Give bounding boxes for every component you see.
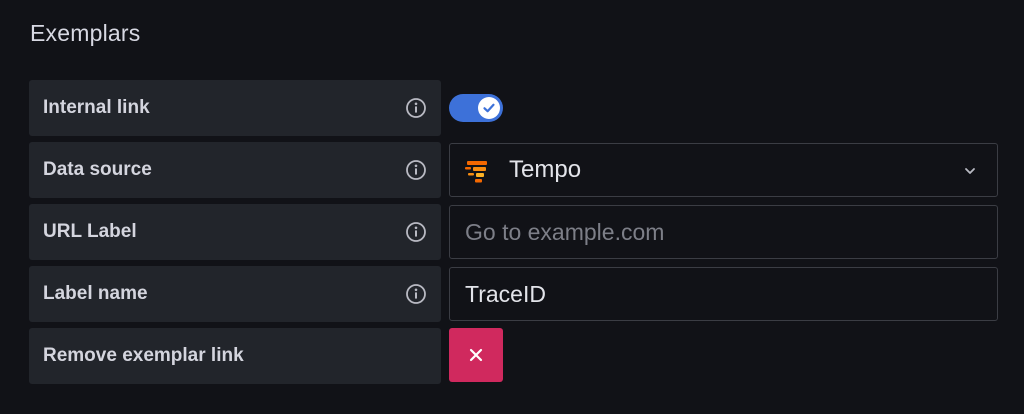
tempo-logo-icon bbox=[464, 157, 492, 185]
info-icon[interactable] bbox=[405, 221, 427, 243]
url-label-placeholder: Go to example.com bbox=[465, 219, 665, 245]
internal-link-toggle[interactable] bbox=[449, 94, 503, 122]
exemplars-panel: Exemplars Internal link Data source Temp… bbox=[0, 0, 1024, 414]
toggle-knob bbox=[478, 97, 500, 119]
url-label-label: URL Label bbox=[43, 221, 137, 242]
label-name-label-box: Label name bbox=[29, 266, 441, 322]
label-name-value: TraceID bbox=[465, 281, 546, 307]
remove-exemplar-label: Remove exemplar link bbox=[43, 345, 244, 366]
remove-label-box: Remove exemplar link bbox=[29, 328, 441, 384]
section-title: Exemplars bbox=[30, 20, 141, 46]
label-name-input[interactable]: TraceID bbox=[449, 267, 998, 321]
internal-link-label-box: Internal link bbox=[29, 80, 441, 136]
chevron-down-icon bbox=[963, 164, 977, 178]
label-name-label: Label name bbox=[43, 283, 148, 304]
data-source-select[interactable]: Tempo bbox=[449, 143, 998, 197]
data-source-label-box: Data source bbox=[29, 142, 441, 198]
data-source-value: Tempo bbox=[509, 156, 582, 183]
remove-exemplar-button[interactable] bbox=[449, 328, 503, 382]
url-label-input[interactable]: Go to example.com bbox=[449, 205, 998, 259]
check-icon bbox=[483, 103, 495, 113]
url-label-label-box: URL Label bbox=[29, 204, 441, 260]
info-icon[interactable] bbox=[405, 97, 427, 119]
info-icon[interactable] bbox=[405, 283, 427, 305]
internal-link-label: Internal link bbox=[43, 97, 150, 118]
data-source-label: Data source bbox=[43, 159, 152, 180]
close-icon bbox=[469, 348, 483, 362]
info-icon[interactable] bbox=[405, 159, 427, 181]
